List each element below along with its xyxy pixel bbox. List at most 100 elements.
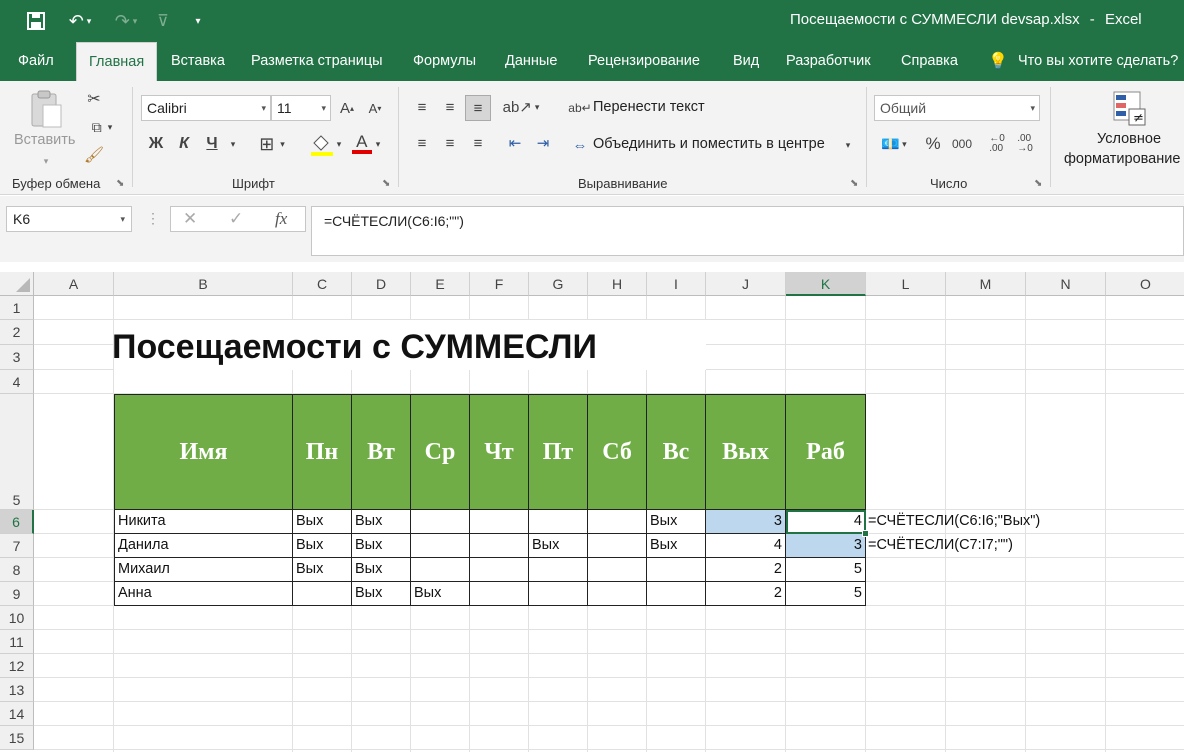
row-header-2[interactable]: 2 <box>0 320 34 345</box>
table-cell[interactable]: 3 <box>786 534 866 558</box>
column-header-a[interactable]: A <box>34 272 114 296</box>
font-name-select[interactable]: Calibri ▾ <box>141 95 271 121</box>
underline-dropdown-icon[interactable]: ▾ <box>226 131 240 157</box>
cut-icon[interactable]: ✂ <box>82 87 106 111</box>
table-cell[interactable] <box>470 534 529 558</box>
align-bottom-icon[interactable]: ≡ <box>465 95 491 121</box>
table-header[interactable]: Пт <box>529 394 588 510</box>
tab-home[interactable]: Главная <box>76 42 158 81</box>
copy-icon[interactable]: ⧉ ▾ <box>82 115 122 139</box>
row-header-4[interactable]: 4 <box>0 370 34 394</box>
table-cell[interactable]: Вых <box>293 534 352 558</box>
tab-help[interactable]: Справка <box>901 42 958 81</box>
row-header-15[interactable]: 15 <box>0 726 34 750</box>
row-header-5[interactable]: 5 <box>0 394 34 510</box>
increase-decimal-icon[interactable]: ←0.00 <box>984 131 1010 157</box>
table-cell[interactable]: Вых <box>293 558 352 582</box>
column-header-o[interactable]: O <box>1106 272 1184 296</box>
accounting-format-icon[interactable]: 💶 ▾ <box>876 131 912 157</box>
italic-button[interactable]: К <box>172 131 196 157</box>
borders-icon[interactable]: ⊞ ▾ <box>252 131 292 157</box>
tab-file[interactable]: Файл <box>18 42 54 81</box>
merge-center-button[interactable]: Объединить и поместить в центре <box>593 136 825 152</box>
format-painter-icon[interactable]: 🖌 <box>82 143 106 167</box>
table-cell[interactable]: 2 <box>706 558 786 582</box>
table-cell[interactable]: Вых <box>352 510 411 534</box>
merge-center-icon[interactable]: ⇔ <box>569 134 591 156</box>
table-cell[interactable] <box>411 534 470 558</box>
percent-button[interactable]: % <box>920 131 946 157</box>
table-header[interactable]: Ср <box>411 394 470 510</box>
bold-button[interactable]: Ж <box>144 131 168 157</box>
tab-developer[interactable]: Разработчик <box>786 42 871 81</box>
table-cell[interactable]: Вых <box>293 510 352 534</box>
table-cell[interactable]: 2 <box>706 582 786 606</box>
tab-data[interactable]: Данные <box>505 42 557 81</box>
tab-review[interactable]: Рецензирование <box>588 42 700 81</box>
table-cell[interactable] <box>470 510 529 534</box>
row-header-8[interactable]: 8 <box>0 558 34 582</box>
table-cell[interactable] <box>529 582 588 606</box>
tab-formulas[interactable]: Формулы <box>413 42 476 81</box>
table-header[interactable]: Имя <box>114 394 293 510</box>
table-cell[interactable]: 5 <box>786 582 866 606</box>
conditional-formatting-button-line2[interactable]: форматирование <box>1064 151 1180 167</box>
fill-color-icon[interactable]: ▾ <box>304 129 346 159</box>
table-cell[interactable]: Вых <box>647 534 706 558</box>
table-header[interactable]: Раб <box>786 394 866 510</box>
align-center-icon[interactable]: ≡ <box>438 131 462 155</box>
paste-dropdown-icon[interactable]: ▾ <box>40 155 52 167</box>
column-header-m[interactable]: M <box>946 272 1026 296</box>
table-cell[interactable] <box>588 582 647 606</box>
table-cell[interactable] <box>470 582 529 606</box>
table-cell[interactable]: Вых <box>411 582 470 606</box>
paste-icon[interactable] <box>24 87 68 131</box>
tell-me-search[interactable]: Что вы хотите сделать? <box>1018 42 1178 81</box>
column-header-k[interactable]: K <box>786 272 866 296</box>
column-header-l[interactable]: L <box>866 272 946 296</box>
number-format-select[interactable]: Общий ▾ <box>874 95 1040 121</box>
table-cell[interactable] <box>529 558 588 582</box>
table-cell[interactable]: Анна <box>114 582 293 606</box>
font-color-icon[interactable]: A ▾ <box>346 129 386 159</box>
table-cell[interactable] <box>588 510 647 534</box>
column-header-d[interactable]: D <box>352 272 411 296</box>
merge-dropdown-icon[interactable]: ▾ <box>842 136 854 154</box>
table-cell[interactable] <box>529 510 588 534</box>
column-header-c[interactable]: C <box>293 272 352 296</box>
formula-input[interactable]: =СЧЁТЕСЛИ(C6:I6;"") <box>311 206 1184 256</box>
conditional-formatting-icon[interactable]: ≠ <box>1112 89 1148 129</box>
tab-view[interactable]: Вид <box>733 42 759 81</box>
row-header-14[interactable]: 14 <box>0 702 34 726</box>
paste-button[interactable]: Вставить <box>14 132 75 148</box>
redo-icon[interactable]: ↷ ▾ <box>106 8 146 34</box>
table-header[interactable]: Чт <box>470 394 529 510</box>
worksheet-grid[interactable]: ABCDEFGHIJKLMNO 1 2 3 4 5 6 7 8 9 10 11 12 13 14 15 По… <box>0 272 1184 752</box>
name-box[interactable]: K6 ▾ <box>6 206 132 232</box>
tab-page-layout[interactable]: Разметка страницы <box>251 42 383 81</box>
decrease-indent-icon[interactable]: ⇤ <box>503 131 527 155</box>
table-header[interactable]: Вс <box>647 394 706 510</box>
row-header-11[interactable]: 11 <box>0 630 34 654</box>
clipboard-launcher-icon[interactable]: ⬊ <box>116 178 124 189</box>
number-launcher-icon[interactable]: ⬊ <box>1034 178 1042 189</box>
row-header-12[interactable]: 12 <box>0 654 34 678</box>
select-all-corner[interactable] <box>0 272 34 296</box>
table-header[interactable]: Вт <box>352 394 411 510</box>
customize-toolbar-icon[interactable]: ▾ <box>190 8 206 34</box>
column-header-f[interactable]: F <box>470 272 529 296</box>
table-cell[interactable]: Данила <box>114 534 293 558</box>
wrap-text-icon[interactable]: ab↵ <box>568 97 591 119</box>
table-cell[interactable]: 4 <box>786 510 866 534</box>
table-cell[interactable] <box>411 510 470 534</box>
row-header-1[interactable]: 1 <box>0 296 34 320</box>
undo-icon[interactable]: ↶ ▾ <box>60 8 100 34</box>
table-cell[interactable] <box>470 558 529 582</box>
row-header-7[interactable]: 7 <box>0 534 34 558</box>
table-cell[interactable]: Михаил <box>114 558 293 582</box>
cancel-icon[interactable]: ✕ <box>183 209 197 229</box>
row-header-6[interactable]: 6 <box>0 510 34 534</box>
tab-insert[interactable]: Вставка <box>171 42 225 81</box>
table-header[interactable]: Сб <box>588 394 647 510</box>
table-cell[interactable]: 4 <box>706 534 786 558</box>
